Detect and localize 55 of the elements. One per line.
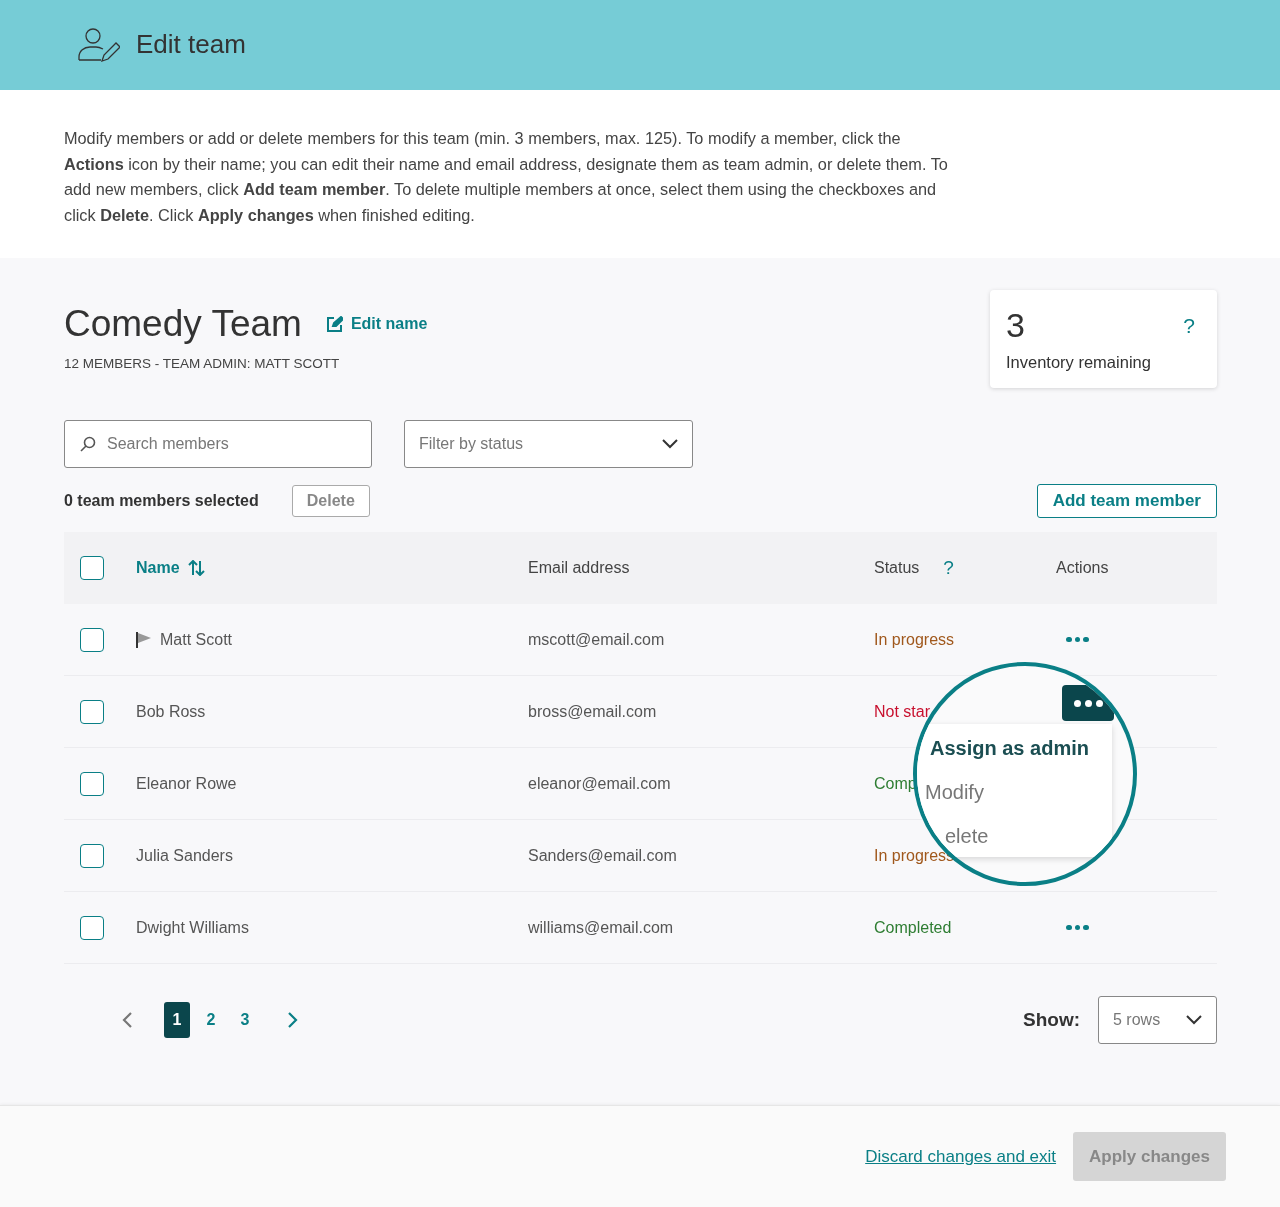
member-name: Eleanor Rowe	[136, 773, 237, 794]
team-summary: 12 MEMBERS - TEAM ADMIN: MATT SCOTT	[64, 355, 341, 374]
member-email: williams@email.com	[528, 918, 674, 936]
chevron-down-icon	[662, 439, 678, 449]
menu-item[interactable]: Assign as admin	[930, 734, 1089, 762]
page-button[interactable]: 1	[164, 1002, 190, 1038]
column-header: Actions	[1056, 558, 1109, 578]
edit-name-link[interactable]: Edit name	[325, 312, 428, 337]
column-header: Status	[874, 558, 920, 578]
status-text: Not star	[874, 702, 930, 720]
member-name: Matt Scott	[160, 629, 233, 650]
status-text: Completed	[874, 918, 952, 936]
chevron-down-icon	[1186, 1015, 1202, 1025]
more-actions-icon[interactable]	[1066, 924, 1089, 931]
member-name: Dwight Williams	[136, 917, 249, 938]
selection-count: 0 team members selected	[64, 491, 259, 511]
member-email: Sanders@email.com	[528, 846, 677, 864]
search-icon	[80, 436, 96, 452]
member-name: Bob Ross	[136, 701, 206, 722]
menu-item[interactable]: Modify	[925, 778, 984, 806]
page-button[interactable]: 2	[198, 1002, 224, 1038]
help-icon[interactable]: ?	[1183, 310, 1195, 342]
column-header: Email address	[528, 558, 630, 578]
status-filter-dropdown[interactable]: Filter by status	[404, 420, 693, 468]
menu-item[interactable]: elete	[945, 822, 989, 850]
select-all-checkbox[interactable]	[80, 556, 104, 580]
name-column-header[interactable]: Name	[136, 556, 205, 580]
row-checkbox[interactable]	[80, 627, 104, 652]
edit-icon	[325, 315, 343, 333]
member-name: Julia Sanders	[136, 845, 233, 866]
member-email: mscott@email.com	[528, 630, 665, 648]
rows-per-page-dropdown[interactable]: 5 rows	[1098, 996, 1217, 1044]
search-field[interactable]: Search members	[64, 420, 372, 468]
next-page-icon[interactable]	[288, 1012, 298, 1028]
member-email: eleanor@email.com	[528, 774, 671, 792]
row-checkbox[interactable]	[80, 699, 104, 724]
user-edit-icon	[78, 27, 120, 63]
status-text: In progress	[874, 630, 955, 648]
page-title: Edit team	[136, 29, 246, 61]
show-label: Show:	[1023, 1007, 1080, 1032]
row-checkbox[interactable]	[80, 915, 104, 940]
row-checkbox[interactable]	[80, 771, 104, 796]
inventory-count: 3	[1006, 308, 1025, 342]
more-actions-icon[interactable]	[1066, 636, 1089, 643]
row-checkbox[interactable]	[80, 843, 104, 868]
instructions-text: Modify members or add or delete members for this team (min. 3 members, max. 125). To modify a member, click the Actions icon by their name; you can edit their name and email address, designate them as team admin, or delete them. To add new members, click Add team member. To delete multiple members at once, select them using the checkboxes and click Delete. Click Apply changes when finished editing.	[64, 128, 949, 226]
inventory-label: Inventory remaining	[1006, 352, 1152, 373]
help-icon[interactable]: ?	[943, 553, 954, 583]
team-name: Comedy Team	[64, 302, 302, 346]
discard-link[interactable]: Discard changes and exit	[865, 1143, 1057, 1170]
member-email: bross@email.com	[528, 702, 657, 720]
more-actions-icon[interactable]	[1062, 685, 1114, 721]
add-member-button[interactable]: Add team member	[1036, 484, 1217, 518]
page-button[interactable]: 3	[232, 1002, 258, 1038]
sort-icon	[187, 560, 205, 576]
